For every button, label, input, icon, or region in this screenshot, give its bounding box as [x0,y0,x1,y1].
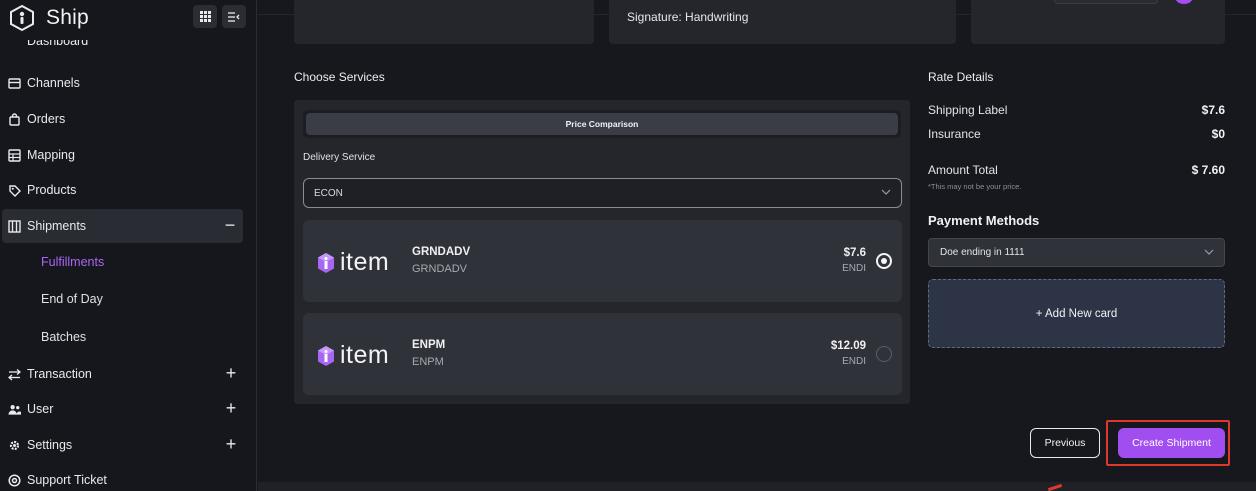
sidebar-subitem-batches[interactable]: Batches [41,330,86,344]
sidebar-item-label: Channels [27,76,80,90]
chevron-down-icon [881,188,891,199]
sidebar-item-shipments[interactable]: Shipments − [2,209,243,243]
top-control[interactable] [1054,0,1158,4]
sidebar-item-label: Products [27,183,77,197]
service-name: GRNDADV [412,246,471,258]
create-shipment-button[interactable]: Create Shipment [1118,428,1225,458]
expand-section-icon[interactable]: + [222,399,240,417]
expand-section-icon[interactable]: + [222,364,240,382]
gear-icon [8,439,21,452]
collapse-sidebar-button[interactable] [222,5,246,28]
rate-radio[interactable] [876,346,892,362]
carrier-logo-icon [318,345,334,366]
shopping-bag-icon [8,112,21,126]
amount-total-label: Amount Total [928,163,998,177]
shipping-label-value: $7.6 [1201,103,1225,117]
collapse-menu-icon [228,11,240,22]
carrier-logo-text: item [340,341,390,369]
insurance-value: $0 [1211,127,1225,141]
service-price: $12.09 [830,340,866,352]
sidebar-item-label: Orders [27,112,66,126]
service-currency: ENDI [842,263,866,274]
expand-section-icon[interactable]: + [222,435,240,453]
add-new-card-button[interactable]: + Add New card [928,279,1225,348]
carrier-logo: item [317,250,389,275]
chevron-down-icon [1204,248,1214,259]
sidebar-item-orders[interactable]: Orders [0,102,244,136]
tab-bar: Price Comparison [303,110,901,138]
service-name: ENPM [412,339,446,351]
warehouse-icon [8,219,21,233]
sidebar-item-transaction[interactable]: Transaction + [0,357,244,391]
tag-icon [8,184,21,197]
apps-grid-button[interactable] [193,5,217,28]
sidebar-item-label: Transaction [27,367,92,381]
info-card [971,0,1225,44]
help-icon [8,473,21,487]
carrier-logo: item [317,343,389,368]
sidebar-item-settings[interactable]: Settings + [0,428,244,462]
amount-total-row: Amount Total $ 7.60 [928,163,1225,177]
app-root: Ship Dashboard Channels Orders Mapping P… [0,0,1256,491]
payment-method-value: Doe ending in 1111 [940,247,1025,258]
carrier-logo-icon [318,252,334,273]
collapse-section-icon[interactable]: − [221,216,239,234]
tab-price-comparison[interactable]: Price Comparison [306,113,898,135]
main-content: Signature: Handwriting Choose Services P… [258,0,1256,491]
sidebar-item-label: Support Ticket [27,473,107,487]
sidebar-item-products[interactable]: Products [0,173,244,207]
sidebar-item-user[interactable]: User + [0,392,244,426]
users-icon [8,403,21,416]
delivery-service-label: Delivery Service [303,152,376,163]
service-code: GRNDADV [412,263,468,275]
service-currency: ENDI [842,356,866,367]
storefront-icon [8,77,21,90]
sidebar-item-label: Settings [27,438,73,452]
brand[interactable]: Ship [8,2,89,34]
arrows-exchange-icon [8,368,21,381]
sidebar-subitem-fulfillments[interactable]: Fulfillments [41,255,104,269]
ship-logo-icon [8,4,36,32]
amount-total-value: $ 7.60 [1191,163,1225,177]
sidebar-item-channels[interactable]: Channels [0,66,244,100]
service-price: $7.6 [843,247,866,259]
choose-services-title: Choose Services [294,70,385,84]
sidebar-item-label: Mapping [27,148,75,162]
rate-option-card[interactable]: item GRNDADV GRNDADV $7.6 ENDI [303,220,902,302]
shipping-label-row: Shipping Label $7.6 [928,103,1225,117]
sidebar-item-dashboard[interactable]: Dashboard [8,40,88,52]
app-name: Ship [46,6,89,29]
sidebar: Ship Dashboard Channels Orders Mapping P… [0,0,257,491]
info-card [294,0,594,44]
sidebar-item-label: Dashboard [27,40,89,48]
payment-methods-title: Payment Methods [928,213,1040,228]
insurance-label: Insurance [928,127,981,141]
bottom-bar [258,482,1256,491]
insurance-row: Insurance $0 [928,127,1225,141]
table-icon [8,148,21,162]
sidebar-item-support-ticket[interactable]: Support Ticket [0,463,244,491]
signature-text: Signature: Handwriting [627,10,749,24]
delivery-service-value: ECON [314,187,343,199]
rate-option-card[interactable]: item ENPM ENPM $12.09 ENDI [303,313,902,395]
previous-button[interactable]: Previous [1030,428,1100,458]
sidebar-subitem-end-of-day[interactable]: End of Day [41,292,103,306]
carrier-logo-text: item [340,248,390,276]
rate-details-title: Rate Details [928,70,994,84]
sidebar-item-label: Shipments [27,219,87,233]
info-card: Signature: Handwriting [609,0,956,44]
rate-radio-selected[interactable] [876,253,892,269]
sidebar-item-label: User [27,402,54,416]
payment-method-select[interactable]: Doe ending in 1111 [928,238,1225,267]
shipping-label-label: Shipping Label [928,103,1008,117]
price-note: *This may not be your price. [928,182,1022,191]
sidebar-item-mapping[interactable]: Mapping [0,138,244,172]
grid-icon [199,11,211,22]
services-panel: Price Comparison Delivery Service ECON i… [294,100,910,404]
service-code: ENPM [412,356,444,368]
delivery-service-select[interactable]: ECON [303,178,902,208]
